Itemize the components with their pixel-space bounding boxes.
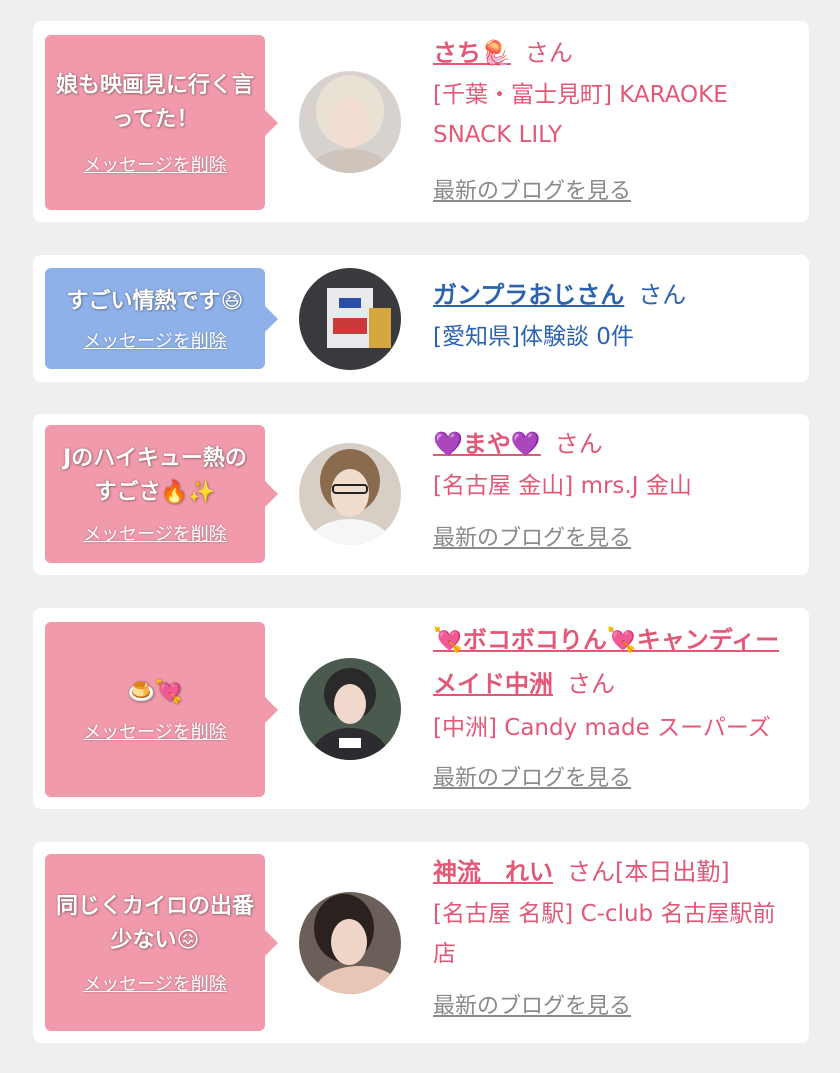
sender-info: 💘ボコボコりん💘キャンディーメイド中洲 さん [中洲] Candy made スー… — [433, 618, 793, 792]
delete-message-link[interactable]: メッセージを削除 — [83, 718, 227, 744]
honorific: さん — [567, 858, 615, 886]
sender-info: さち🪼 さん [千葉・富士見町] KARAOKE SNACK LILY 最新のブロ… — [433, 33, 793, 205]
message-bubble: 娘も映画見に行く言ってた！ メッセージを削除 — [45, 35, 278, 210]
sender-info: 💜まや💜 さん [名古屋 金山] mrs.J 金山 最新のブログを見る — [433, 424, 793, 552]
message-text: 同じくカイロの出番少ない😖 — [55, 893, 254, 953]
latest-blog-link[interactable]: 最新のブログを見る — [433, 520, 793, 552]
sender-name-link[interactable]: 💜まや💜 — [433, 430, 541, 458]
message-bubble: 🍮💘 メッセージを削除 — [45, 622, 278, 797]
avatar[interactable] — [299, 71, 401, 173]
message-text: 娘も映画見に行く言ってた！ — [55, 72, 254, 132]
store-name: [千葉・富士見町] KARAOKE SNACK LILY — [433, 82, 728, 148]
latest-blog-link[interactable]: 最新のブログを見る — [433, 760, 793, 792]
message-bubble: 同じくカイロの出番少ない😖 メッセージを削除 — [45, 854, 278, 1031]
message-text: すごい情熱です😆 — [66, 288, 244, 314]
avatar[interactable] — [299, 892, 401, 994]
sender-name-link[interactable]: ガンプラおじさん — [433, 281, 624, 309]
message-card: すごい情熱です😆 メッセージを削除 ガンプラおじさん さん [愛知県]体験談 0件 — [33, 255, 809, 382]
honorific: さん — [554, 430, 603, 458]
honorific: さん — [638, 281, 687, 309]
delete-message-link[interactable]: メッセージを削除 — [83, 520, 227, 546]
sender-status: [本日出勤] — [615, 858, 730, 886]
honorific: さん — [567, 670, 615, 698]
delete-message-link[interactable]: メッセージを削除 — [83, 151, 227, 177]
sender-name-line: 神流 れい さん[本日出勤] — [433, 852, 793, 892]
message-text: Jのハイキュー熱のすごさ🔥✨ — [63, 446, 247, 505]
sender-name-line: 💜まや💜 さん — [433, 424, 793, 464]
message-card: 🍮💘 メッセージを削除 💘ボコボコりん💘キャンディーメイド中洲 さん [中洲] C… — [33, 608, 809, 809]
avatar[interactable] — [299, 658, 401, 760]
store-name: [中洲] Candy made スーパーズ — [433, 715, 771, 741]
message-text: 🍮💘 — [127, 679, 183, 705]
store-name: [名古屋 名駅] C-club 名古屋駅前店 — [433, 901, 776, 967]
avatar[interactable] — [299, 268, 401, 370]
message-card: 同じくカイロの出番少ない😖 メッセージを削除 神流 れい さん[本日出勤] [名古… — [33, 842, 809, 1043]
message-card: Jのハイキュー熱のすごさ🔥✨ メッセージを削除 💜まや💜 さん [名古屋 金山] … — [33, 414, 809, 575]
message-bubble: Jのハイキュー熱のすごさ🔥✨ メッセージを削除 — [45, 425, 278, 563]
sender-name-link[interactable]: 神流 れい — [433, 858, 553, 886]
sender-info: ガンプラおじさん さん [愛知県]体験談 0件 — [433, 275, 793, 357]
avatar[interactable] — [299, 443, 401, 545]
sender-name-link[interactable]: さち🪼 — [433, 39, 511, 67]
latest-blog-link[interactable]: 最新のブログを見る — [433, 173, 793, 205]
message-card: 娘も映画見に行く言ってた！ メッセージを削除 さち🪼 さん [千葉・富士見町] K… — [33, 21, 809, 222]
latest-blog-link[interactable]: 最新のブログを見る — [433, 988, 793, 1020]
store-name: [名古屋 金山] mrs.J 金山 — [433, 473, 692, 499]
sender-name-line: さち🪼 さん — [433, 33, 793, 73]
honorific: さん — [524, 39, 573, 67]
store-name: [愛知県]体験談 0件 — [433, 324, 634, 350]
delete-message-link[interactable]: メッセージを削除 — [83, 327, 227, 353]
sender-info: 神流 れい さん[本日出勤] [名古屋 名駅] C-club 名古屋駅前店 最新の… — [433, 852, 793, 1020]
sender-name-line: ガンプラおじさん さん — [433, 275, 793, 315]
sender-name-line: 💘ボコボコりん💘キャンディーメイド中洲 さん — [433, 618, 793, 706]
message-bubble: すごい情熱です😆 メッセージを削除 — [45, 268, 278, 369]
delete-message-link[interactable]: メッセージを削除 — [83, 970, 227, 996]
